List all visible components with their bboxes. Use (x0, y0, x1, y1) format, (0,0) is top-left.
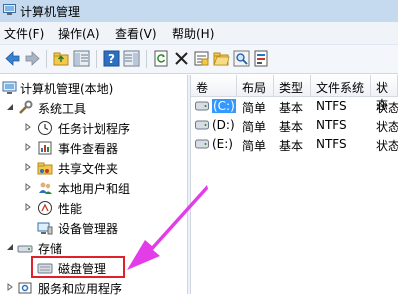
refresh-icon[interactable] (153, 50, 170, 67)
show-hide-action-icon[interactable] (123, 50, 140, 67)
settings-icon[interactable] (253, 50, 270, 67)
tree-local-users[interactable]: 本地用户和组 (0, 179, 187, 197)
computer-management-icon (2, 81, 17, 94)
delete-icon[interactable] (173, 50, 190, 67)
drive-icon (195, 139, 209, 149)
tree-root-label: 计算机管理(本地) (20, 82, 114, 96)
svg-text:?: ? (108, 52, 115, 66)
expand-arrow-icon[interactable] (6, 283, 14, 291)
tree-system-tools[interactable]: 系统工具 (0, 99, 187, 117)
expand-arrow-icon[interactable] (24, 143, 32, 151)
clock-icon (38, 121, 52, 135)
filesystem-cell: NTFS (316, 99, 347, 113)
performance-icon (38, 201, 52, 215)
tree-item-label: 任务计划程序 (58, 122, 131, 136)
layout-cell: 简单 (242, 120, 267, 134)
column-header-layout[interactable]: 布局 (237, 75, 274, 97)
type-cell: 基本 (279, 101, 304, 115)
open-folder-icon[interactable] (213, 50, 230, 67)
volume-name: (D:) (212, 118, 235, 132)
toolbar: ? (0, 45, 398, 74)
properties-icon[interactable] (193, 50, 210, 67)
search-icon[interactable] (233, 50, 250, 67)
menu-bar: 文件(F) 操作(A) 查看(V) 帮助(H) (0, 22, 398, 45)
tree-item-label: 性能 (58, 202, 83, 216)
expand-arrow-icon[interactable] (24, 203, 32, 211)
users-icon (39, 182, 52, 194)
table-row[interactable]: (D:) 简单 基本 NTFS 状态 (191, 117, 398, 135)
tree-task-scheduler[interactable]: 任务计划程序 (0, 119, 187, 137)
tree-event-viewer[interactable]: 事件查看器 (0, 139, 187, 157)
tree-item-label: 事件查看器 (58, 142, 119, 156)
layout-cell: 简单 (242, 139, 267, 153)
event-viewer-icon (38, 141, 52, 155)
computer-management-icon (3, 4, 16, 15)
tree-performance[interactable]: 性能 (0, 199, 187, 217)
tree-item-label: 本地用户和组 (58, 182, 131, 196)
storage-icon (17, 245, 33, 253)
table-row[interactable]: (E:) 简单 基本 NTFS 状态 (191, 136, 398, 154)
status-cell: 状态 (376, 139, 398, 153)
column-header-status[interactable]: 状态 (371, 75, 398, 112)
expand-arrow-icon[interactable] (24, 183, 32, 191)
window-title: 计算机管理 (20, 5, 81, 19)
tree-root[interactable]: 计算机管理(本地) (0, 79, 187, 97)
menu-action[interactable]: 操作(A) (58, 25, 100, 42)
status-cell: 状态 (376, 101, 398, 115)
tree-services-apps[interactable]: 服务和应用程序 (0, 279, 187, 297)
tree-system-tools-label: 系统工具 (38, 102, 87, 116)
tools-icon (19, 100, 33, 114)
menu-view[interactable]: 查看(V) (115, 25, 157, 42)
tree-item-label: 设备管理器 (58, 222, 119, 236)
tree-storage-label: 存储 (38, 242, 63, 256)
forward-icon[interactable] (24, 50, 41, 67)
status-cell: 状态 (376, 120, 398, 134)
volume-name: (C:) (212, 99, 236, 113)
shared-folder-icon (37, 162, 53, 175)
table-row[interactable]: (C:) 简单 基本 NTFS 状态 (191, 98, 398, 116)
tree-shared-folders[interactable]: 共享文件夹 (0, 159, 187, 177)
help-icon[interactable]: ? (103, 50, 120, 67)
tree-storage[interactable]: 存储 (0, 239, 187, 257)
title-bar: 计算机管理 (0, 0, 398, 22)
type-cell: 基本 (279, 120, 304, 134)
column-header-filesystem[interactable]: 文件系统 (311, 75, 371, 97)
column-header-volume[interactable]: 卷 (191, 75, 237, 97)
device-manager-icon (37, 222, 53, 235)
drive-icon (195, 120, 209, 130)
tree-device-manager[interactable]: 设备管理器 (0, 219, 187, 237)
filesystem-cell: NTFS (316, 137, 347, 151)
menu-file[interactable]: 文件(F) (4, 25, 44, 42)
expand-arrow-icon[interactable] (24, 163, 32, 171)
volume-list: 卷 布局 类型 文件系统 状态 (C:) 简单 基本 NTFS 状态 (D:) … (191, 75, 398, 294)
layout-cell: 简单 (242, 101, 267, 115)
tree-services-label: 服务和应用程序 (38, 282, 123, 296)
back-icon[interactable] (4, 50, 21, 67)
type-cell: 基本 (279, 139, 304, 153)
column-header-type[interactable]: 类型 (274, 75, 311, 97)
tree-item-label: 共享文件夹 (58, 162, 119, 176)
collapse-arrow-icon[interactable] (6, 103, 14, 111)
collapse-arrow-icon[interactable] (6, 243, 14, 251)
highlight-box (31, 256, 125, 278)
up-folder-icon[interactable] (53, 50, 70, 67)
volume-name: (E:) (212, 137, 233, 151)
menu-help[interactable]: 帮助(H) (172, 25, 214, 42)
show-hide-tree-icon[interactable] (73, 50, 90, 67)
filesystem-cell: NTFS (316, 118, 347, 132)
expand-arrow-icon[interactable] (24, 123, 32, 131)
drive-icon (195, 101, 209, 111)
